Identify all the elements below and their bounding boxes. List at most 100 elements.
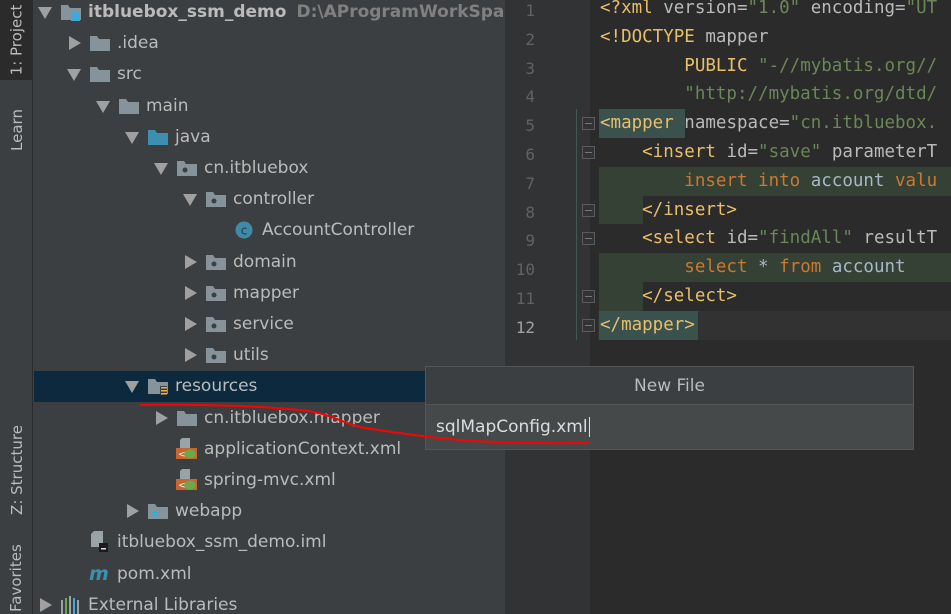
code-line[interactable]: <select id="findAll" resultT (600, 224, 937, 253)
favorites-tool-tab[interactable]: Favorites (7, 537, 25, 612)
code-line[interactable]: </select> (600, 282, 737, 311)
chevron-down-icon[interactable] (67, 69, 81, 82)
project-tree[interactable]: itbluebox_ssm_demo D:\AProgramWorkSpace\i… (34, 0, 505, 614)
new-file-dialog: New File sqlMapConfig.xml (425, 366, 914, 450)
chevron-right-icon[interactable] (185, 348, 197, 363)
fold-marker-icon[interactable] (582, 117, 595, 131)
chevron-right-icon[interactable] (185, 285, 197, 300)
structure-tab-label: Z: Structure (7, 425, 26, 515)
code-line[interactable]: PUBLIC "-//mybatis.org// (600, 52, 937, 81)
chevron-down-icon[interactable] (96, 100, 110, 113)
chevron-right-icon[interactable] (156, 410, 168, 425)
tree-item--idea[interactable]: .idea (34, 34, 505, 52)
code-token: from (779, 257, 832, 278)
code-line[interactable]: </insert> (600, 196, 737, 225)
code-token: PUBLIC (600, 55, 759, 76)
chevron-down-icon[interactable] (125, 131, 139, 144)
chevron-right-icon[interactable] (69, 36, 81, 51)
tree-item-itbluebox-ssm-demo[interactable]: itbluebox_ssm_demo D:\AProgramWorkSpace\i… (34, 3, 505, 21)
chevron-down-icon[interactable] (125, 381, 139, 394)
tree-item-label: AccountController (262, 220, 415, 241)
tree-item-mapper[interactable]: mapper (34, 284, 505, 302)
fold-marker-icon[interactable] (582, 203, 595, 217)
tree-item-pom-xml[interactable]: m pom.xml (34, 565, 505, 583)
code-token: "cn.itbluebox. (789, 113, 938, 134)
svg-text:<: < (178, 450, 186, 460)
code-line[interactable]: <insert id="save" parameterT (600, 138, 937, 167)
file-name-value: sqlMapConfig.xml (436, 417, 588, 437)
code-token: </select> (600, 286, 737, 306)
tree-item-label: java (175, 126, 211, 147)
code-token: mapper (705, 26, 769, 47)
package-icon (205, 284, 227, 302)
code-token: namespace= (684, 113, 790, 134)
package-icon (205, 253, 227, 271)
tree-item-webapp[interactable]: webapp (34, 502, 505, 520)
svg-text:<: < (178, 481, 186, 491)
code-token: parameterT (831, 142, 938, 162)
code-token: id= (726, 228, 759, 249)
code-token: </insert> (600, 199, 737, 220)
module-folder-icon (60, 3, 82, 21)
folder-icon (89, 34, 111, 52)
code-token: valu (895, 170, 938, 191)
tree-item-cn-itbluebox[interactable]: cn.itbluebox (34, 159, 505, 177)
chevron-right-icon[interactable] (127, 504, 139, 519)
chevron-down-icon[interactable] (38, 7, 52, 19)
chevron-right-icon[interactable] (185, 317, 197, 331)
libraries-icon (60, 595, 82, 614)
tree-item-label: controller (233, 189, 315, 210)
chevron-right-icon[interactable] (185, 254, 197, 269)
fold-marker-icon[interactable] (582, 290, 595, 303)
tree-item-src[interactable]: src (34, 65, 505, 83)
project-tool-tab[interactable]: 1: Project (0, 0, 33, 80)
code-token: </mapper> (600, 314, 695, 335)
tree-item-main[interactable]: main (34, 97, 505, 115)
code-line[interactable]: <mapper namespace="cn.itbluebox. (600, 109, 937, 138)
folder-icon (176, 409, 198, 427)
code-token: <insert (600, 142, 727, 162)
code-line[interactable]: "http://mybatis.org/dtd/ (600, 80, 937, 109)
tree-item-service[interactable]: service (34, 315, 505, 333)
tree-item-label: service (233, 314, 294, 334)
tree-item-external-libraries[interactable]: External Libraries (34, 595, 505, 614)
spring-xml-icon: < (176, 469, 198, 491)
code-line[interactable]: insert into account valu (600, 167, 937, 196)
tree-item-spring-mvc-xml[interactable]: < spring-mvc.xml (34, 469, 505, 491)
code-line[interactable]: <?xml version="1.0" encoding="UT (600, 0, 937, 23)
tree-item-label: applicationContext.xml (204, 438, 402, 459)
tree-item-label: itbluebox_ssm_demo (88, 2, 287, 22)
fold-marker-icon[interactable] (582, 146, 595, 159)
tree-item-domain[interactable]: domain (34, 253, 505, 271)
chevron-down-icon[interactable] (154, 163, 168, 175)
project-tab-label: 1: Project (7, 4, 26, 76)
tree-item-label: resources (175, 376, 258, 397)
tree-item-itbluebox-ssm-demo-iml[interactable]: itbluebox_ssm_demo.iml (34, 531, 505, 553)
structure-tool-tab[interactable]: Z: Structure (0, 410, 33, 530)
web-folder-icon (147, 502, 169, 520)
learn-tab-label: Learn (7, 109, 26, 151)
code-token: id= (726, 142, 759, 162)
fold-marker-icon[interactable] (582, 232, 595, 246)
tree-item-java[interactable]: java (34, 128, 505, 146)
code-line[interactable]: <!DOCTYPE mapper (600, 23, 769, 52)
code-line[interactable]: select * from account (600, 253, 905, 282)
chevron-down-icon[interactable] (183, 194, 197, 207)
tree-item-utils[interactable]: utils (34, 346, 505, 364)
fold-marker-icon[interactable] (582, 318, 595, 332)
chevron-right-icon[interactable] (40, 597, 52, 612)
tree-item-label: utils (233, 345, 269, 366)
file-name-input[interactable]: sqlMapConfig.xml (426, 405, 913, 449)
tree-item-label: domain (233, 251, 297, 272)
code-token: resultT (863, 228, 938, 249)
line-number: 6 (525, 145, 535, 164)
learn-tool-tab[interactable]: Learn (0, 90, 33, 170)
line-number: 7 (525, 173, 535, 193)
tree-item-controller[interactable]: controller (34, 190, 505, 208)
code-line[interactable]: </mapper> (600, 311, 695, 340)
code-token: "findAll" (758, 228, 864, 249)
tree-item-label: cn.itbluebox.mapper (204, 407, 380, 428)
folder-icon (89, 65, 111, 83)
tree-item-accountcontroller[interactable]: c AccountController (34, 221, 505, 239)
code-token: "save" (758, 142, 832, 162)
